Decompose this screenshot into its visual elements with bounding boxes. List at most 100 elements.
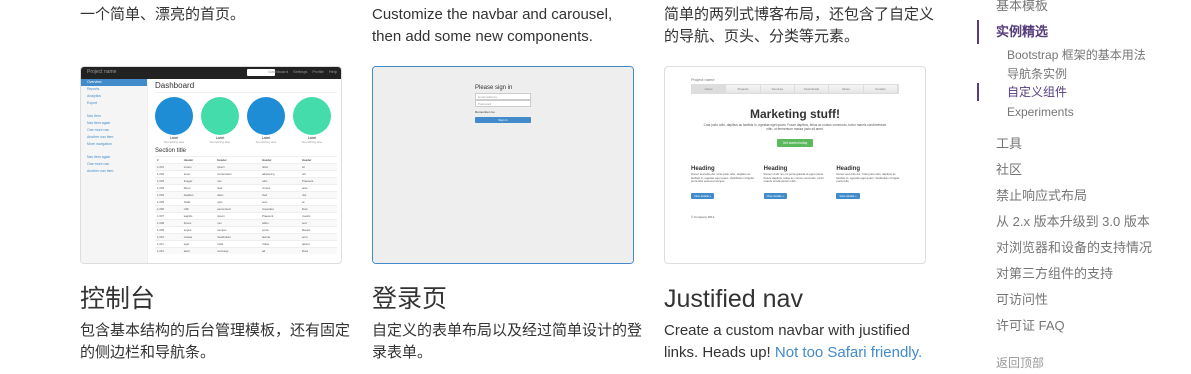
sidenav-subitem-custom-components[interactable]: 自定义组件: [1007, 84, 1067, 100]
preview-table-cell: nec: [215, 177, 261, 185]
sidenav-item-community[interactable]: 社区: [996, 162, 1022, 178]
preview-table-cell: Sed: [215, 184, 261, 192]
preview-heading: Please sign in: [475, 85, 513, 91]
preview-sidebar-item: Nav item: [87, 114, 101, 118]
preview-signin-form: Please sign in Email address Password Re…: [475, 85, 531, 123]
card-description-line: 录表单。: [372, 344, 433, 361]
preview-table-cell: imperdiet: [260, 205, 301, 213]
preview-table-cell: 1,001: [155, 163, 182, 171]
preview-table-cell: 1,003: [155, 177, 182, 185]
preview-table-row: 1,012 taciti sociosqu ad litora: [155, 247, 337, 254]
preview-table-cell: taciti: [181, 247, 216, 254]
preview-sidebar: Overview Reports Analytics Export Nav item Na…: [81, 79, 148, 263]
preview-heading: Dashboard: [155, 81, 337, 93]
preview-placeholder: Label Something else: [293, 97, 331, 144]
preview-table-cell: diam: [215, 191, 261, 199]
preview-footer: © Company 2014: [691, 215, 715, 219]
dashboard-thumbnail[interactable]: Project name Dashboard Settings Profile Hel…: [80, 66, 342, 264]
preview-sidebar-item: Another nav item: [87, 135, 114, 139]
preview-column-button: View details »: [691, 192, 715, 199]
preview-column-text: Donec sed odio dui. Cras justo odio, dap…: [691, 172, 754, 183]
preview-table-cell: semper: [215, 226, 261, 234]
preview-remember-checkbox: Remember me: [475, 110, 495, 114]
preview-sidebar-item: Overview: [81, 79, 147, 86]
preview-columns: Heading Donec sed odio dui. Cras justo od…: [691, 166, 901, 202]
preview-justified-nav: Home Projects Services Downloads About Contac…: [691, 84, 899, 94]
preview-table-row: 1,006 nibh elementum imperdiet Duis: [155, 205, 337, 213]
preview-placeholder: Label Something else: [247, 97, 285, 144]
preview-table-cell: cursus: [260, 184, 301, 192]
preview-placeholder-sub: Something else: [255, 140, 277, 144]
preview-table-row: 1,009 augue semper porta Mauris: [155, 226, 337, 234]
preview-table-cell: 1,008: [155, 219, 182, 227]
preview-placeholder: Label Something else: [201, 97, 239, 144]
preview-column-button: View details »: [836, 192, 860, 199]
preview-sidebar-item: One more nav: [87, 128, 110, 132]
preview-table-cell: ad: [260, 247, 301, 254]
card-title: 登录页: [372, 285, 448, 313]
sidenav-item-third-party[interactable]: 对第三方组件的支持: [996, 266, 1113, 282]
preview-table-cell: massa: [181, 233, 216, 241]
sidenav-subitem-navbar-examples[interactable]: 导航条实例: [1007, 66, 1067, 82]
card-title: Justified nav: [664, 285, 803, 313]
preview-table-cell: Duis: [300, 205, 337, 213]
card-description-line: 自定义的表单布局以及经过简单设计的登: [372, 322, 643, 339]
preview-sidebar-item: Nav item again: [87, 121, 111, 125]
card-description-line: 的侧边栏和导航条。: [80, 344, 216, 361]
preview-table-cell: sagittis: [181, 212, 216, 220]
preview-table-cell: ipsum: [215, 212, 261, 220]
preview-menu-item: Profile: [312, 69, 324, 74]
preview-placeholder-image: [155, 97, 193, 135]
justified-nav-thumbnail[interactable]: Project name Home Projects Services Downloa…: [664, 66, 926, 264]
preview-sidebar-item: One more nav: [87, 162, 110, 166]
preview-table-cell: sem: [260, 198, 301, 206]
preview-table-row: 1,003 Integer nec odio Praesent: [155, 177, 337, 185]
safari-note-link[interactable]: Not too Safari friendly.: [775, 344, 922, 361]
preview-nav-item: Home: [692, 85, 727, 93]
preview-placeholder-sub: Something else: [163, 140, 185, 144]
card-top-description-line: 简单的两列式博客布局，还包含了自定义: [664, 6, 935, 23]
card-description-line: Create a custom navbar with justified: [664, 322, 910, 339]
preview-table-header-cell: Header: [300, 156, 337, 164]
preview-table-cell: elit: [300, 170, 337, 178]
preview-heading: Marketing stuff!: [750, 107, 840, 121]
preview-column: Heading Donec id elit non mi porta gravid…: [763, 166, 829, 202]
sidenav-item-accessibility[interactable]: 可访问性: [996, 292, 1048, 308]
preview-table-cell: Nulla: [181, 198, 216, 206]
signin-thumbnail[interactable]: Please sign in Email address Password Re…: [372, 66, 634, 264]
preview-table-cell: lacinia: [260, 233, 301, 241]
sidenav-item-license-faq[interactable]: 许可证 FAQ: [996, 318, 1065, 334]
preview-table-cell: adipiscing: [260, 170, 301, 178]
sidenav-item-disable-responsive[interactable]: 禁止响应式布局: [996, 188, 1087, 204]
preview-table-row: 1,003 libero Sed cursus ante: [155, 184, 337, 192]
preview-sidebar-item: More navigation: [87, 142, 112, 146]
card-top-description: 简单的两列式博客布局，还包含了自定义 的导航、页头、分类等元素。: [664, 4, 934, 48]
preview-sidebar-item: Nav item again: [87, 155, 111, 159]
preview-table-cell: 1,012: [155, 247, 182, 254]
preview-main: Dashboard Label Something else Label Someth…: [155, 81, 337, 263]
preview-placeholder-image: [201, 97, 239, 135]
sidenav-subitem-bootstrap-basics[interactable]: Bootstrap 框架的基本用法: [1007, 47, 1146, 63]
sidenav-item-examples[interactable]: 实例精选: [996, 24, 1048, 40]
preview-table-cell: sociosqu: [215, 247, 261, 254]
sidenav-item-tools[interactable]: 工具: [996, 136, 1022, 152]
sidenav-item-browser-support[interactable]: 对浏览器和设备的支持情况: [996, 240, 1152, 256]
preview-table-cell: 1,007: [155, 212, 182, 220]
preview-section-title: Section title: [155, 148, 187, 154]
preview-table-cell: at: [300, 198, 337, 206]
sidenav-subitem-experiments[interactable]: Experiments: [1007, 104, 1074, 120]
preview-brand: Project name: [691, 77, 715, 82]
preview-lead: Cras justo odio, dapibus ac facilisis in…: [703, 123, 887, 131]
sidenav-item-basic-template[interactable]: 基本模板: [996, 0, 1048, 14]
preview-table-cell: quis: [215, 198, 261, 206]
preview-table-cell: litora: [300, 247, 337, 254]
sidenav-item-migration[interactable]: 从 2.x 版本升级到 3.0 版本: [996, 214, 1150, 230]
back-to-top-link[interactable]: 返回顶部: [996, 354, 1044, 371]
preview-table-cell: 1,003: [155, 184, 182, 192]
preview-brand: Project name: [87, 69, 117, 75]
preview-placeholder-image: [293, 97, 331, 135]
preview-table-cell: odio: [260, 177, 301, 185]
preview-placeholder-image: [247, 97, 285, 135]
preview-menu: Dashboard Settings Profile Help: [268, 69, 337, 74]
preview-table-cell: 1,009: [155, 226, 182, 234]
